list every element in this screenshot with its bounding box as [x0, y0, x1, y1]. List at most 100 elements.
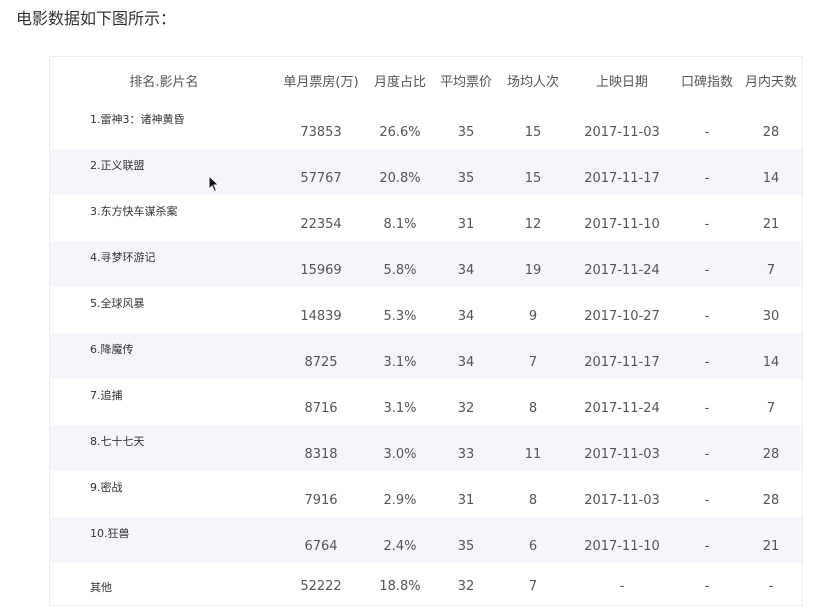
cell-reputation-index: -	[704, 447, 710, 462]
cell-monthly-box-office: 22354	[300, 217, 342, 232]
cell-monthly-share: 2.4%	[383, 539, 417, 554]
cell-monthly-share: 3.1%	[383, 355, 417, 370]
table-row: 8.七十七天 8318 3.0% 33 11 2017-11-03 - 28	[50, 425, 802, 471]
cell-days-in-month: 28	[762, 125, 780, 140]
table-row: 4.寻梦环游记 15969 5.8% 34 19 2017-11-24 - 7	[50, 241, 802, 287]
intro-text: 电影数据如下图所示：	[16, 9, 177, 28]
mouse-cursor-icon	[208, 175, 220, 193]
cell-days-in-month: 28	[762, 447, 780, 462]
header-rank-title: 排名.影片名	[129, 74, 199, 90]
cell-avg-attendance: 19	[524, 263, 542, 278]
table-row: 2.正义联盟 57767 20.8% 35 15 2017-11-17 - 14	[50, 149, 802, 195]
cell-reputation-index: -	[704, 539, 710, 554]
table-body: 1.雷神3：诸神黄昏 73853 26.6% 35 15 2017-11-03 - 28 2.正…	[50, 103, 802, 609]
cell-avg-attendance: 7	[528, 355, 538, 370]
table-row: 6.降魔传 8725 3.1% 34 7 2017-11-17 - 14	[50, 333, 802, 379]
table-row: 1.雷神3：诸神黄昏 73853 26.6% 35 15 2017-11-03 - 28	[50, 103, 802, 149]
cell-movie-name: 9.密战	[90, 481, 123, 494]
cell-release-date: 2017-11-24	[584, 401, 660, 416]
cell-release-date: 2017-11-10	[584, 539, 660, 554]
cell-avg-price: 32	[457, 579, 475, 594]
cell-avg-attendance: 6	[528, 539, 538, 554]
header-days-in-month: 月内天数	[744, 74, 797, 90]
table-header-row: 排名.影片名 单月票房(万) 月度占比 平均票价 场均人次 上映日期 口碑指数 …	[50, 57, 802, 103]
cell-reputation-index: -	[704, 355, 710, 370]
cell-movie-name: 1.雷神3：诸神黄昏	[90, 113, 185, 126]
cell-release-date: 2017-11-17	[584, 355, 660, 370]
cell-release-date: 2017-10-27	[584, 309, 660, 324]
cell-monthly-share: 18.8%	[379, 579, 421, 594]
cell-avg-attendance: 15	[524, 171, 542, 186]
header-avg-price: 平均票价	[439, 74, 492, 90]
cell-monthly-box-office: 8725	[304, 355, 338, 370]
cell-days-in-month: 30	[762, 309, 780, 324]
cell-monthly-share: 26.6%	[379, 125, 421, 140]
cell-movie-name: 7.追捕	[90, 389, 123, 402]
header-release-date: 上映日期	[595, 74, 648, 90]
cell-release-date: 2017-11-03	[584, 493, 660, 508]
cell-avg-attendance: 8	[528, 401, 538, 416]
cell-movie-name: 2.正义联盟	[90, 159, 145, 172]
cell-avg-price: 35	[457, 539, 475, 554]
cell-days-in-month: 14	[762, 171, 780, 186]
cell-release-date: 2017-11-24	[584, 263, 660, 278]
cell-movie-name: 10.狂兽	[90, 527, 130, 540]
cell-monthly-box-office: 57767	[300, 171, 342, 186]
header-avg-attendance: 场均人次	[506, 74, 559, 90]
cell-monthly-share: 5.8%	[383, 263, 417, 278]
cell-monthly-box-office: 7916	[304, 493, 338, 508]
cell-avg-price: 33	[457, 447, 475, 462]
movie-data-table-container: 排名.影片名 单月票房(万) 月度占比 平均票价 场均人次 上映日期 口碑指数 …	[50, 57, 802, 605]
cell-monthly-share: 3.1%	[383, 401, 417, 416]
page: 电影数据如下图所示： 排名.影片名 单月票房(万) 月度占比 平均票价 场均人次…	[0, 0, 818, 615]
cell-days-in-month: 7	[766, 401, 776, 416]
cell-movie-name: 4.寻梦环游记	[90, 251, 156, 264]
cell-avg-price: 34	[457, 309, 475, 324]
cell-movie-name: 8.七十七天	[90, 435, 145, 448]
cell-release-date: 2017-11-03	[584, 125, 660, 140]
cell-monthly-box-office: 52222	[300, 579, 342, 594]
cell-monthly-box-office: 8318	[304, 447, 338, 462]
cell-monthly-box-office: 15969	[300, 263, 342, 278]
cell-release-date: 2017-11-10	[584, 217, 660, 232]
cell-movie-name: 3.东方快车谋杀案	[90, 205, 178, 218]
cell-days-in-month: 28	[762, 493, 780, 508]
header-monthly-share: 月度占比	[373, 74, 426, 90]
cell-reputation-index: -	[704, 171, 710, 186]
cell-release-date: -	[619, 579, 625, 594]
cell-movie-name: 其他	[90, 581, 112, 594]
cell-avg-attendance: 15	[524, 125, 542, 140]
cell-days-in-month: 7	[766, 263, 776, 278]
cell-monthly-box-office: 73853	[300, 125, 342, 140]
cell-monthly-share: 20.8%	[379, 171, 421, 186]
header-monthly-box-office: 单月票房(万)	[283, 74, 359, 90]
cell-release-date: 2017-11-17	[584, 171, 660, 186]
cell-reputation-index: -	[704, 309, 710, 324]
cell-avg-attendance: 9	[528, 309, 538, 324]
header-reputation-index: 口碑指数	[680, 74, 733, 90]
cell-avg-attendance: 12	[524, 217, 542, 232]
cell-reputation-index: -	[704, 579, 710, 594]
cell-monthly-box-office: 14839	[300, 309, 342, 324]
cell-avg-price: 32	[457, 401, 475, 416]
table-row: 其他 52222 18.8% 32 7 - - -	[50, 563, 802, 609]
cell-monthly-share: 5.3%	[383, 309, 417, 324]
cell-reputation-index: -	[704, 401, 710, 416]
cell-days-in-month: 21	[762, 539, 780, 554]
cell-avg-price: 34	[457, 355, 475, 370]
cell-avg-attendance: 7	[528, 579, 538, 594]
cell-release-date: 2017-11-03	[584, 447, 660, 462]
table-row: 7.追捕 8716 3.1% 32 8 2017-11-24 - 7	[50, 379, 802, 425]
cell-avg-price: 34	[457, 263, 475, 278]
cell-days-in-month: -	[768, 579, 774, 594]
cell-movie-name: 5.全球风暴	[90, 297, 145, 310]
cell-reputation-index: -	[704, 263, 710, 278]
cell-avg-price: 31	[457, 493, 475, 508]
cell-reputation-index: -	[704, 217, 710, 232]
table-row: 5.全球风暴 14839 5.3% 34 9 2017-10-27 - 30	[50, 287, 802, 333]
cell-days-in-month: 14	[762, 355, 780, 370]
movie-data-table: 排名.影片名 单月票房(万) 月度占比 平均票价 场均人次 上映日期 口碑指数 …	[50, 57, 802, 609]
table-row: 3.东方快车谋杀案 22354 8.1% 31 12 2017-11-10 - 21	[50, 195, 802, 241]
cell-avg-price: 35	[457, 125, 475, 140]
table-row: 9.密战 7916 2.9% 31 8 2017-11-03 - 28	[50, 471, 802, 517]
